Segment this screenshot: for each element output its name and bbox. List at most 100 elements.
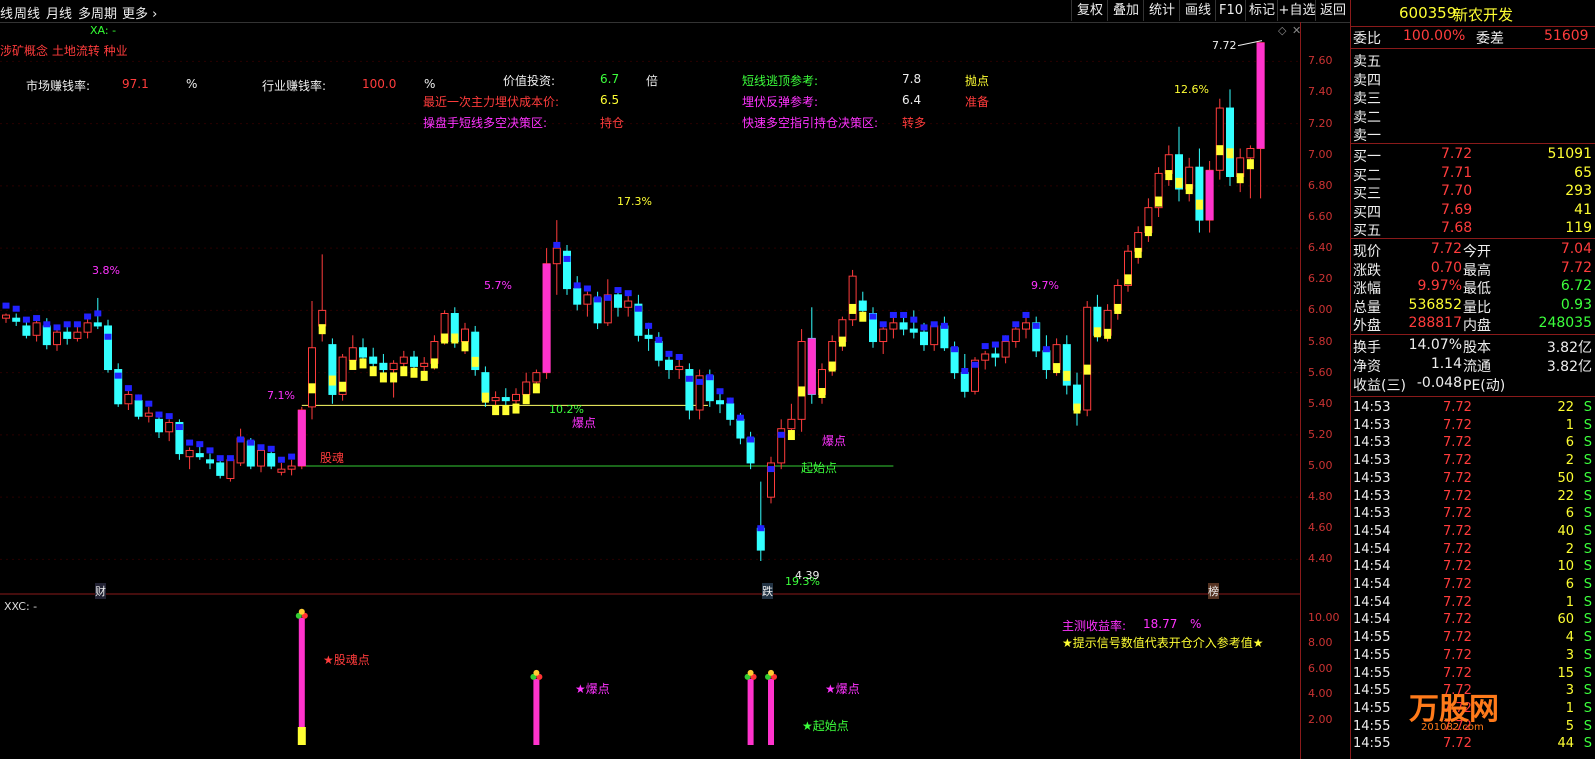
candle-body [267, 453, 276, 467]
draw-line-button[interactable]: 画线 [1179, 0, 1216, 21]
tick-volume: 22 [1557, 400, 1574, 415]
more-menu[interactable]: 更多 › [122, 3, 157, 22]
buy-price: 7.71 [1441, 164, 1473, 181]
buy-row[interactable]: 买三 7.70 293 [1351, 183, 1595, 202]
add-watchlist-button[interactable]: +自选 [1277, 0, 1316, 21]
candle [532, 369, 541, 394]
sell-row[interactable]: 卖五 [1351, 51, 1595, 70]
tick-price: 7.72 [1443, 435, 1472, 451]
buy-row[interactable]: 买一 7.72 51091 [1351, 146, 1595, 165]
signal-baodian: 爆点 [572, 416, 597, 430]
stat-value: 7.04 [1560, 241, 1592, 257]
candle-body [930, 325, 939, 346]
sub-y-tick-label: 2.00 [1308, 712, 1333, 726]
candle [1154, 167, 1163, 217]
finance-tag[interactable]: 财 [95, 583, 106, 599]
trend-block [247, 439, 255, 446]
tick-price: 7.72 [1443, 577, 1472, 592]
candle-body [675, 365, 684, 371]
close-icon[interactable]: ✕ [1292, 24, 1301, 37]
tick-volume: 1 [1565, 417, 1574, 433]
tick-side: S [1583, 453, 1592, 469]
signal-candle [1205, 170, 1214, 221]
sell-row[interactable]: 卖三 [1351, 88, 1595, 107]
candle [930, 321, 939, 351]
tick-time: 14:53 [1353, 400, 1391, 415]
period-month[interactable]: 月线 [46, 3, 72, 22]
short-top-label: 短线逃顶参考: [742, 74, 819, 88]
tick-side: S [1583, 700, 1592, 716]
candle [940, 316, 949, 351]
period-day[interactable]: 线 [0, 3, 13, 22]
trend-block [1032, 322, 1040, 329]
candle [399, 350, 408, 377]
buy-price: 7.68 [1441, 220, 1473, 236]
tick-time: 14:54 [1353, 594, 1391, 610]
tick-row: 14:55 7.72 44 S [1351, 0, 1595, 751]
candle [83, 313, 92, 339]
trend-block [22, 316, 30, 323]
buy-row[interactable]: 买五 7.68 119 [1351, 220, 1595, 239]
candle-body [195, 453, 204, 458]
trend-block [828, 361, 836, 372]
y-tick-label: 5.60 [1308, 365, 1333, 379]
tick-volume: 44 [1557, 736, 1574, 752]
value-invest-label: 价值投资: [503, 74, 556, 88]
list-tag[interactable]: 榜 [1208, 583, 1219, 599]
buy-row[interactable]: 买二 7.71 65 [1351, 165, 1595, 184]
statistics-button[interactable]: 统计 [1143, 0, 1180, 21]
back-button[interactable]: 返回 [1315, 0, 1350, 21]
trend-block [1063, 370, 1071, 381]
candle-body [308, 347, 316, 408]
tick-volume: 4 [1565, 630, 1574, 646]
trend-block [451, 333, 459, 344]
restore-rights-button[interactable]: 复权 [1071, 0, 1108, 21]
candle [1093, 294, 1102, 342]
ratio-value: 100.00% [1403, 28, 1466, 44]
candle [318, 254, 327, 342]
industry-win-value: 100.0 [362, 77, 397, 91]
period-multi[interactable]: 多周期 [78, 3, 117, 22]
tick-side: S [1583, 683, 1592, 699]
tick-volume: 1 [1565, 594, 1574, 610]
trend-block [1246, 159, 1254, 170]
overlay-button[interactable]: 叠加 [1107, 0, 1144, 21]
stat-label: 现价 [1353, 244, 1381, 260]
candle [359, 338, 367, 369]
candle [73, 321, 82, 342]
rebound-label: 埋伏反弹参考: [742, 95, 819, 109]
trend-block [400, 366, 408, 377]
candle [246, 438, 255, 470]
buy-label: 买五 [1353, 223, 1381, 239]
mark-button[interactable]: 标记 [1245, 0, 1278, 21]
tick-price: 7.72 [1443, 665, 1472, 681]
diamond-icon[interactable]: ◇ [1278, 24, 1286, 37]
tick-volume: 60 [1557, 612, 1574, 628]
candle-body [716, 400, 724, 405]
candle-body [491, 397, 500, 402]
y-tick-label: 7.20 [1308, 116, 1333, 130]
period-week[interactable]: 周线 [14, 3, 40, 22]
trend-block [930, 321, 938, 328]
f10-button[interactable]: F10 [1215, 0, 1246, 21]
candle-body [226, 459, 235, 479]
drop-tag[interactable]: 跌 [762, 583, 773, 599]
y-tick-label: 5.20 [1308, 427, 1333, 441]
candle-body [73, 331, 82, 339]
candle-body [644, 334, 653, 339]
candle [512, 388, 520, 414]
trend-block [1236, 173, 1244, 184]
trend-block [532, 383, 540, 394]
candle [195, 441, 204, 460]
sub-signal-bar [533, 678, 540, 745]
stat-label: 涨跌 [1353, 262, 1381, 279]
sell-row[interactable]: 卖四 [1351, 70, 1595, 89]
sell-row[interactable]: 卖二 [1351, 107, 1595, 126]
candle [1011, 321, 1020, 348]
stat-label: 股本 [1463, 340, 1491, 356]
candle-body [552, 247, 561, 265]
trend-block [849, 303, 857, 314]
buy-row[interactable]: 买四 7.69 41 [1351, 202, 1595, 221]
candle-body [359, 347, 367, 358]
sell-row[interactable]: 卖一 [1351, 125, 1595, 144]
